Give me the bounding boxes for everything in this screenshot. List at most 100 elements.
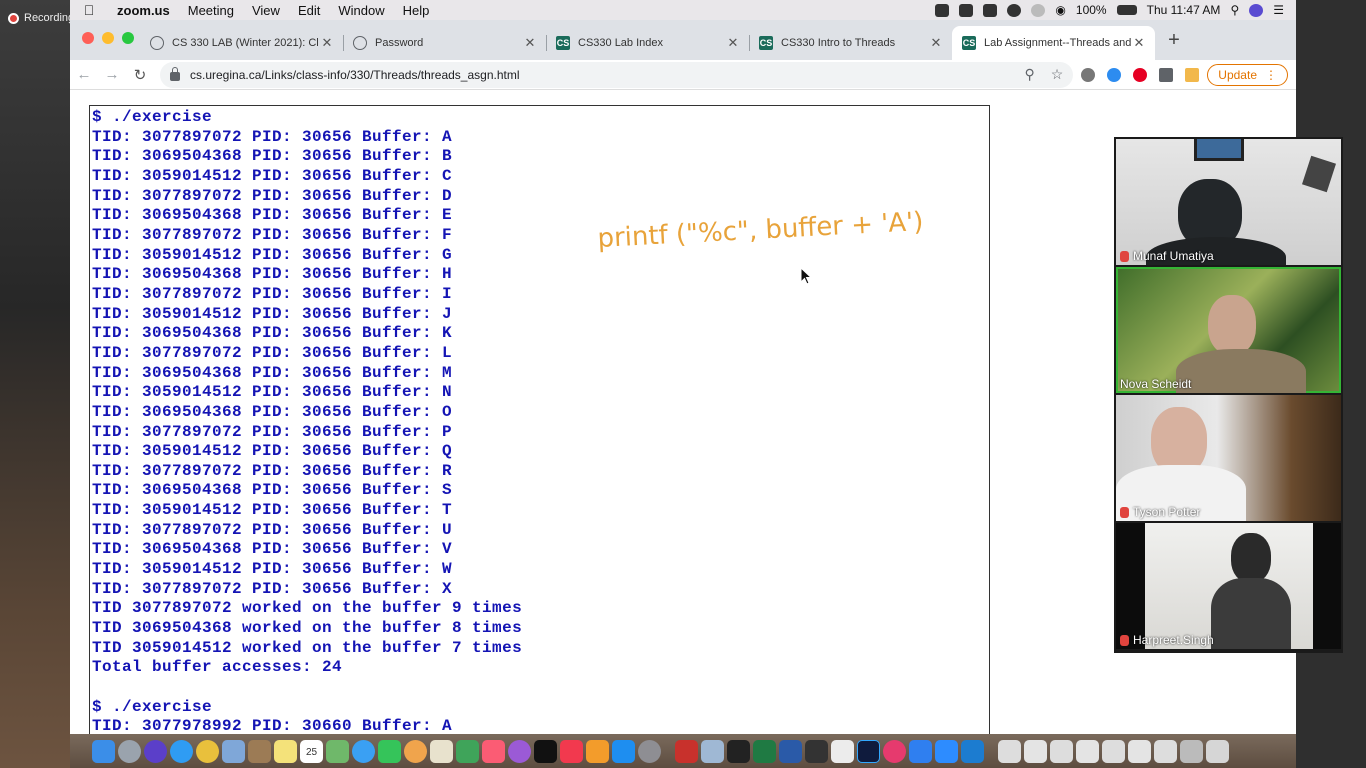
skype-extension-icon[interactable] bbox=[1107, 67, 1122, 82]
system-preferences-icon[interactable] bbox=[638, 739, 661, 763]
files-icon[interactable] bbox=[909, 739, 932, 763]
launchpad-icon[interactable] bbox=[118, 739, 141, 763]
podcasts-icon[interactable] bbox=[508, 739, 531, 763]
toolbox-icon[interactable] bbox=[675, 739, 698, 763]
video-tile-munaf[interactable]: Munaf Umatiya bbox=[1116, 139, 1341, 265]
control-center-icon[interactable]: ☰ bbox=[1273, 3, 1284, 17]
menu-edit[interactable]: Edit bbox=[289, 3, 329, 18]
menu-meeting[interactable]: Meeting bbox=[179, 3, 243, 18]
news-icon[interactable] bbox=[560, 739, 583, 763]
numbers-icon[interactable] bbox=[456, 739, 479, 763]
menu-help[interactable]: Help bbox=[394, 3, 439, 18]
back-button[interactable]: ← bbox=[70, 66, 98, 83]
video-tile-harpreet[interactable]: Harpreet.Singh bbox=[1116, 523, 1341, 649]
screenshot-icon[interactable] bbox=[701, 739, 724, 763]
vscode-icon[interactable] bbox=[961, 739, 984, 763]
preview-icon[interactable] bbox=[222, 739, 245, 763]
video-tile-nova[interactable]: Nova Scheidt bbox=[1116, 267, 1341, 393]
close-icon[interactable]: ✕ bbox=[1131, 35, 1147, 51]
more-menu-icon[interactable]: ⋮ bbox=[1265, 68, 1277, 82]
address-bar[interactable]: cs.uregina.ca/Links/class-info/330/Threa… bbox=[160, 61, 1074, 88]
bluetooth-icon[interactable] bbox=[1031, 3, 1046, 17]
zoom-icon[interactable] bbox=[935, 739, 958, 763]
reload-button[interactable]: ↻ bbox=[126, 66, 154, 84]
word-icon[interactable] bbox=[779, 739, 802, 763]
tab-password[interactable]: Password ✕ bbox=[343, 26, 546, 60]
excel-icon[interactable] bbox=[753, 739, 776, 763]
bookmark-star-icon[interactable]: ☆ bbox=[1051, 66, 1064, 83]
tab-lab-assignment[interactable]: CS Lab Assignment--Threads and ✕ bbox=[952, 26, 1155, 60]
zoom-window-button[interactable] bbox=[122, 32, 134, 44]
notes-icon[interactable] bbox=[274, 739, 297, 763]
extension-icon[interactable] bbox=[1185, 67, 1200, 82]
music-icon[interactable] bbox=[482, 739, 505, 763]
wifi-icon[interactable]: ◉ bbox=[1055, 3, 1065, 17]
new-tab-button[interactable]: + bbox=[1159, 29, 1189, 52]
tab-title: CS 330 LAB (Winter 2021): Cli bbox=[172, 37, 319, 49]
close-window-button[interactable] bbox=[82, 32, 94, 44]
lock-icon[interactable] bbox=[170, 67, 180, 81]
record-icon bbox=[8, 12, 19, 24]
document-stack-icon[interactable] bbox=[998, 739, 1021, 763]
document-stack-icon[interactable] bbox=[1128, 739, 1151, 763]
terminal-icon[interactable] bbox=[727, 739, 750, 763]
tab-intro-threads[interactable]: CS CS330 Intro to Threads ✕ bbox=[749, 26, 952, 60]
puzzle-extensions-icon[interactable] bbox=[1159, 67, 1174, 82]
chrome-icon[interactable] bbox=[196, 739, 219, 763]
textedit-icon[interactable] bbox=[831, 739, 854, 763]
forward-button[interactable]: → bbox=[98, 66, 126, 83]
creative-cloud-icon[interactable] bbox=[1007, 3, 1022, 17]
url-text[interactable]: cs.uregina.ca/Links/class-info/330/Threa… bbox=[190, 68, 520, 82]
pages-icon[interactable] bbox=[430, 739, 453, 763]
messages-icon[interactable] bbox=[352, 739, 375, 763]
creative-cloud-icon[interactable] bbox=[883, 739, 906, 763]
finder-icon[interactable] bbox=[92, 739, 115, 763]
app-store-icon[interactable] bbox=[612, 739, 635, 763]
tab-lab-index[interactable]: CS CS330 Lab Index ✕ bbox=[546, 26, 749, 60]
spotlight-search-icon[interactable]: ⚲ bbox=[1230, 3, 1239, 17]
document-stack-icon[interactable] bbox=[1024, 739, 1047, 763]
close-icon[interactable]: ✕ bbox=[522, 35, 538, 51]
contacts-icon[interactable] bbox=[248, 739, 271, 763]
document-stack-icon[interactable] bbox=[1076, 739, 1099, 763]
participant-head bbox=[1208, 295, 1256, 355]
skype-status-icon[interactable] bbox=[935, 3, 950, 17]
photos-icon[interactable] bbox=[404, 739, 427, 763]
siri-icon[interactable] bbox=[144, 739, 167, 763]
excel-status-icon[interactable] bbox=[983, 3, 998, 17]
annotation-text: printf ("%c", buffer + 'A') bbox=[598, 207, 924, 254]
browser-toolbar: ← → ↻ cs.uregina.ca/Links/class-info/330… bbox=[70, 60, 1296, 90]
close-icon[interactable]: ✕ bbox=[319, 35, 335, 51]
document-stack-icon[interactable] bbox=[1050, 739, 1073, 763]
trash-icon[interactable] bbox=[1206, 739, 1229, 763]
calendar-icon[interactable]: 25 bbox=[300, 739, 323, 763]
update-button[interactable]: Update ⋮ bbox=[1207, 63, 1288, 86]
menu-view[interactable]: View bbox=[243, 3, 289, 18]
zoom-magnifier-icon[interactable]: ⚲ bbox=[1024, 66, 1034, 83]
menu-window[interactable]: Window bbox=[329, 3, 393, 18]
battery-icon[interactable] bbox=[1116, 5, 1137, 15]
maps-icon[interactable] bbox=[326, 739, 349, 763]
close-icon[interactable]: ✕ bbox=[725, 35, 741, 51]
menu-app[interactable]: zoom.us bbox=[108, 3, 179, 18]
video-tile-tyson[interactable]: Tyson Potter bbox=[1116, 395, 1341, 521]
siri-icon[interactable] bbox=[1249, 3, 1264, 17]
close-icon[interactable]: ✕ bbox=[928, 35, 944, 51]
mic-muted-icon bbox=[1120, 506, 1129, 518]
clock[interactable]: Thu 11:47 AM bbox=[1147, 3, 1221, 17]
document-stack-icon[interactable] bbox=[1102, 739, 1125, 763]
facetime-icon[interactable] bbox=[378, 739, 401, 763]
tab-cs330-lab[interactable]: CS 330 LAB (Winter 2021): Cli ✕ bbox=[140, 26, 343, 60]
status-icon[interactable] bbox=[959, 3, 974, 17]
pinterest-icon[interactable] bbox=[1133, 67, 1148, 82]
acrobat-icon[interactable] bbox=[805, 739, 828, 763]
extension-icon[interactable] bbox=[1081, 67, 1096, 82]
books-icon[interactable] bbox=[586, 739, 609, 763]
document-stack-icon[interactable] bbox=[1154, 739, 1177, 763]
tv-icon[interactable] bbox=[534, 739, 557, 763]
apple-icon[interactable]:  bbox=[70, 2, 108, 18]
safari-icon[interactable] bbox=[170, 739, 193, 763]
photoshop-icon[interactable] bbox=[857, 739, 880, 763]
downloads-icon[interactable] bbox=[1180, 739, 1203, 763]
minimize-window-button[interactable] bbox=[102, 32, 114, 44]
